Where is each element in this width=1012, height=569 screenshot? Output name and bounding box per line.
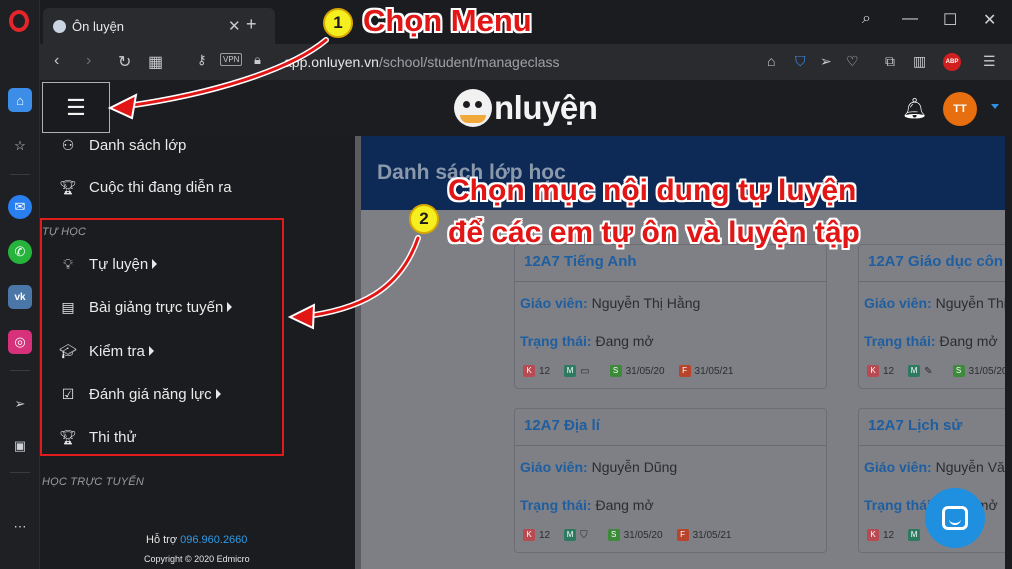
step-2-label-line-1: Chọn mục nội dung tự luyện — [448, 174, 857, 207]
arrowhead-icon — [287, 303, 316, 330]
step-2-badge: 2 — [409, 204, 439, 234]
step-1-label: Chọn Menu — [363, 3, 532, 38]
step-1-badge: 1 — [323, 8, 353, 38]
annotation-arrows — [107, 37, 421, 330]
arrow-to-menu — [118, 38, 328, 109]
screen: ⌂ ☆ ✉ ✆ vk ◎ ➢ ▣ ⋯ Ôn luyện ✕ + ⌕ — ☐ ✕ … — [0, 0, 1012, 569]
arrowhead-icon — [107, 93, 138, 120]
step-2-label-line-2: để các em tự ôn và luyện tập — [448, 216, 860, 249]
